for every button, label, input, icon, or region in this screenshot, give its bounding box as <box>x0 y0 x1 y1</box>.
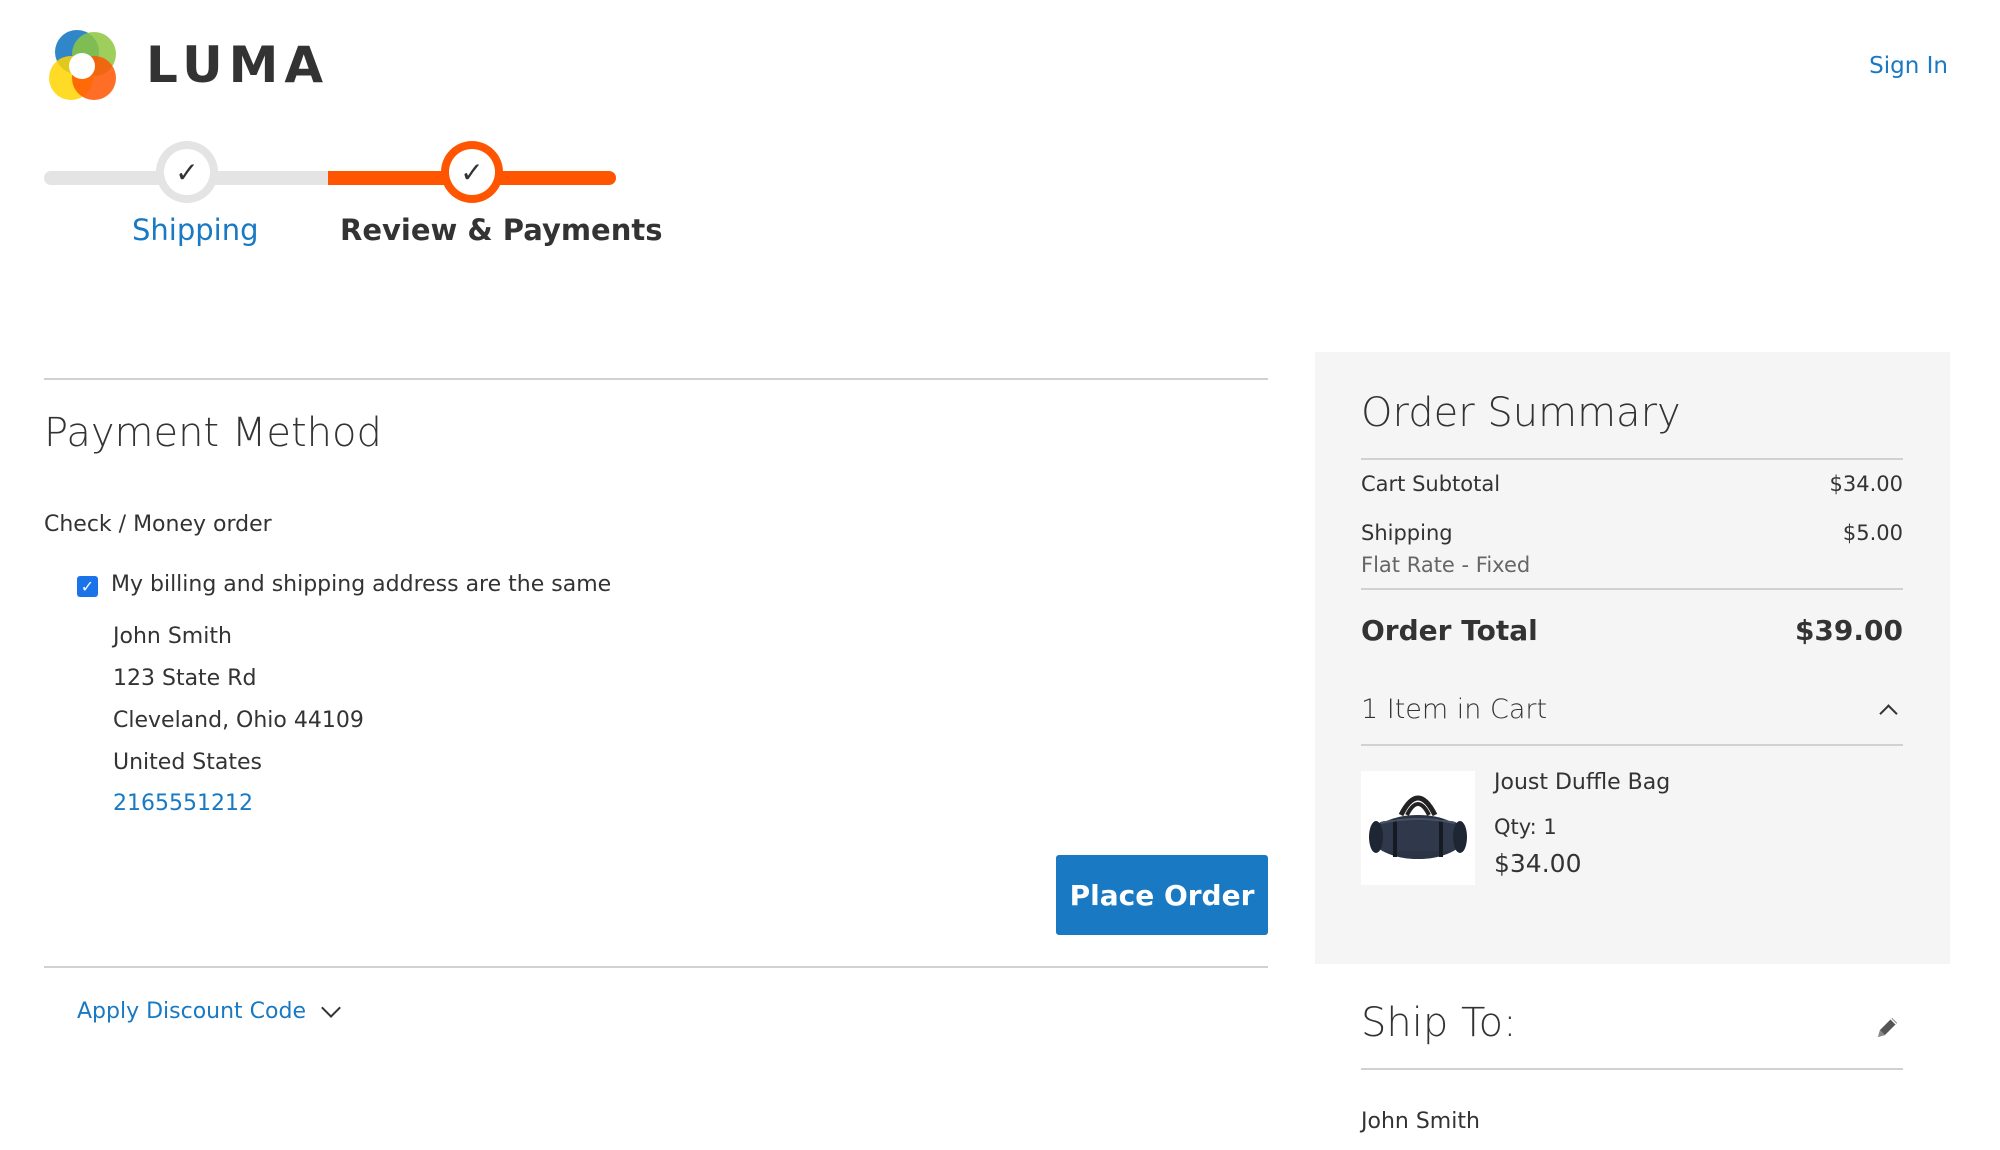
payment-option-label[interactable]: Check / Money order <box>44 512 272 537</box>
step-review-marker: ✓ <box>441 141 503 203</box>
shipping-value: $5.00 <box>1842 521 1903 545</box>
item-qty: Qty: 1 <box>1494 815 1557 839</box>
subtotal-value: $34.00 <box>1829 472 1903 496</box>
divider <box>44 378 1268 380</box>
check-icon: ✓ <box>449 149 495 195</box>
divider <box>1361 588 1903 590</box>
order-total-label: Order Total <box>1361 614 1538 647</box>
check-icon: ✓ <box>164 149 210 195</box>
same-address-checkbox[interactable]: ✓ <box>77 576 98 597</box>
order-total-row: Order Total $39.00 <box>1361 614 1903 647</box>
divider <box>1361 1068 1903 1070</box>
billing-street: 123 State Rd <box>113 666 257 691</box>
subtotal-row: Cart Subtotal $34.00 <box>1361 472 1903 496</box>
shipping-row: Shipping $5.00 <box>1361 521 1903 545</box>
apply-discount-label: Apply Discount Code <box>77 999 307 1024</box>
step-review-label: Review & Payments <box>340 213 663 247</box>
item-price: $34.00 <box>1494 849 1582 878</box>
item-name: Joust Duffle Bag <box>1494 770 1671 795</box>
items-in-cart-toggle[interactable]: 1 Item in Cart <box>1361 694 1903 725</box>
ship-to-title: Ship To: <box>1361 1000 1517 1046</box>
chevron-up-icon <box>1879 704 1898 723</box>
duffle-bag-image <box>1361 771 1475 885</box>
brand-name: LUMA <box>146 36 330 94</box>
shipping-method: Flat Rate - Fixed <box>1361 553 1531 577</box>
subtotal-label: Cart Subtotal <box>1361 472 1501 496</box>
divider <box>1361 744 1903 746</box>
items-in-cart-label: 1 Item in Cart <box>1361 694 1548 725</box>
ship-to-name: John Smith <box>1361 1109 1480 1134</box>
billing-name: John Smith <box>113 624 232 649</box>
apply-discount-toggle[interactable]: Apply Discount Code <box>77 997 341 1024</box>
step-shipping-label[interactable]: Shipping <box>132 213 259 247</box>
luma-logo-icon[interactable] <box>44 26 124 106</box>
payment-method-title: Payment Method <box>44 410 382 456</box>
pencil-icon[interactable] <box>1873 1014 1901 1042</box>
step-shipping-marker[interactable]: ✓ <box>156 141 218 203</box>
shipping-label: Shipping <box>1361 521 1453 545</box>
order-total-value: $39.00 <box>1794 614 1903 647</box>
divider <box>1361 458 1903 460</box>
place-order-button[interactable]: Place Order <box>1056 855 1268 935</box>
chevron-down-icon <box>321 997 341 1018</box>
billing-city: Cleveland, Ohio 44109 <box>113 708 364 733</box>
billing-phone-link[interactable]: 2165551212 <box>113 791 253 816</box>
sign-in-link[interactable]: Sign In <box>1869 53 1948 79</box>
billing-country: United States <box>113 750 262 775</box>
divider <box>44 966 1268 968</box>
same-address-label[interactable]: My billing and shipping address are the … <box>111 572 611 597</box>
order-summary-title: Order Summary <box>1361 390 1681 436</box>
